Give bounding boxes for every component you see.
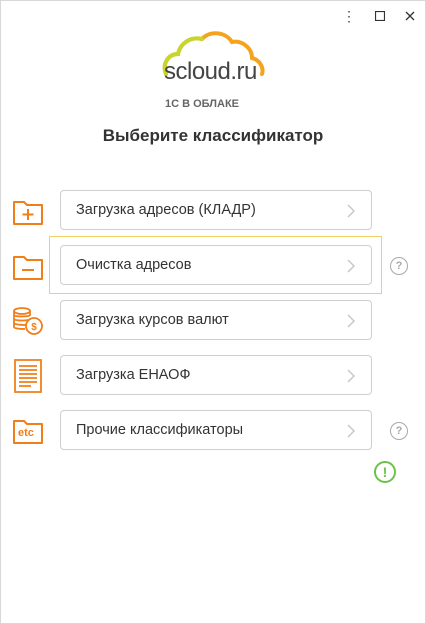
chevron-right-icon bbox=[347, 204, 356, 218]
other-classifiers-button[interactable]: Прочие классификаторы bbox=[60, 410, 372, 450]
maximize-icon bbox=[375, 11, 385, 21]
chevron-right-icon bbox=[347, 314, 356, 328]
folder-minus-icon bbox=[11, 250, 45, 284]
folder-plus-icon bbox=[11, 195, 45, 229]
load-addresses-kladr-button[interactable]: Загрузка адресов (КЛАДР) bbox=[60, 190, 372, 230]
button-label: Очистка адресов bbox=[76, 257, 192, 273]
button-label: Прочие классификаторы bbox=[76, 422, 244, 438]
etc-label: etc bbox=[18, 427, 34, 439]
load-enaof-button[interactable]: Загрузка ЕНАОФ bbox=[60, 355, 372, 395]
menu-kebab-icon[interactable]: ⋮ bbox=[338, 6, 360, 26]
help-icon[interactable]: ? bbox=[390, 422, 408, 440]
folder-etc-icon: etc bbox=[11, 414, 45, 448]
page-title: Выберите классификатор bbox=[102, 126, 324, 145]
button-label: Загрузка ЕНАОФ bbox=[76, 367, 191, 383]
maximize-button[interactable] bbox=[369, 6, 391, 26]
load-currency-rates-button[interactable]: Загрузка курсов валют bbox=[60, 300, 372, 340]
close-icon bbox=[405, 11, 415, 21]
chevron-right-icon bbox=[347, 259, 356, 273]
close-button[interactable] bbox=[399, 6, 421, 26]
help-icon[interactable]: ? bbox=[390, 257, 408, 275]
brand-name: scloud.ru bbox=[164, 58, 257, 85]
scloud-logo: scloud.ru 1С В ОБЛАКЕ bbox=[160, 30, 270, 120]
button-label: Загрузка адресов (КЛАДР) bbox=[76, 202, 256, 218]
alert-icon[interactable]: ! bbox=[374, 461, 396, 483]
chevron-right-icon bbox=[347, 424, 356, 438]
brand-subtitle: 1С В ОБЛАКЕ bbox=[165, 98, 240, 110]
coins-icon: $ bbox=[11, 304, 45, 338]
svg-text:$: $ bbox=[31, 322, 37, 333]
clean-addresses-button[interactable]: Очистка адресов bbox=[60, 245, 372, 285]
button-label: Загрузка курсов валют bbox=[76, 312, 229, 328]
document-icon bbox=[11, 358, 45, 393]
chevron-right-icon bbox=[347, 369, 356, 383]
